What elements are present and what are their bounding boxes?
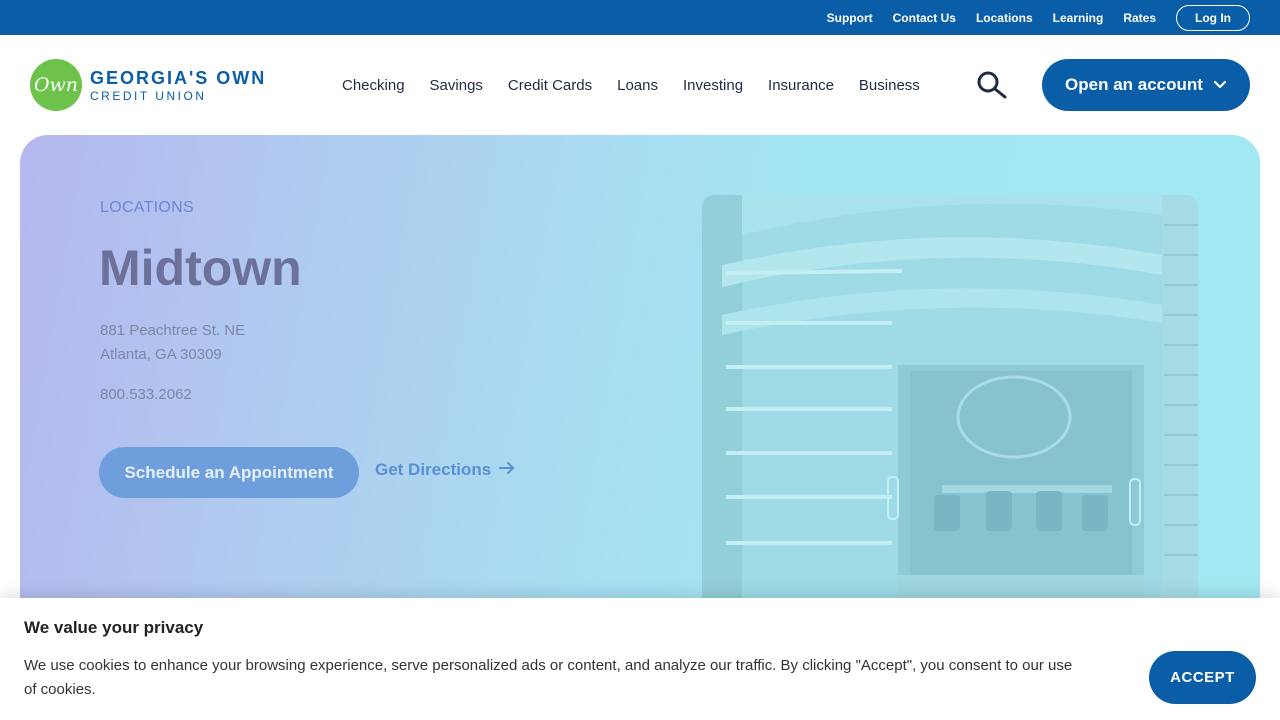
nav-item-credit-cards[interactable]: Credit Cards (508, 77, 592, 94)
eyebrow-label: LOCATIONS (100, 199, 194, 216)
nav-item-savings[interactable]: Savings (430, 77, 483, 94)
utility-link-support[interactable]: Support (827, 11, 873, 25)
cookie-body: We use cookies to enhance your browsing … (24, 657, 1073, 698)
branch-photo (702, 195, 1198, 615)
logo-name-line2: CREDIT UNION (90, 88, 207, 103)
accept-cookies-button[interactable]: ACCEPT (1149, 651, 1256, 704)
utility-link-locations[interactable]: Locations (976, 11, 1033, 25)
logo[interactable]: Own GEORGIA'S OWN CREDIT UNION (30, 59, 266, 111)
utility-bar: Support Contact Us Locations Learning Ra… (0, 0, 1280, 35)
open-account-label: Open an account (1065, 75, 1203, 94)
main-nav: Checking Savings Credit Cards Loans Inve… (342, 35, 945, 135)
page-title: Midtown (99, 240, 302, 296)
cookie-banner: We value your privacy We use cookies to … (0, 598, 1280, 720)
nav-item-checking[interactable]: Checking (342, 77, 405, 94)
nav-item-loans[interactable]: Loans (617, 77, 658, 94)
nav-item-insurance[interactable]: Insurance (768, 77, 834, 94)
nav-item-investing[interactable]: Investing (683, 77, 743, 94)
get-directions-label: Get Directions (375, 460, 492, 479)
search-icon (977, 71, 1007, 99)
site-header: Own GEORGIA'S OWN CREDIT UNION Checking … (0, 35, 1280, 135)
get-directions-link[interactable]: Get Directions (375, 460, 515, 480)
utility-nav: Support Contact Us Locations Learning Ra… (827, 0, 1280, 35)
address-line2: Atlanta, GA 30309 (100, 346, 222, 363)
utility-link-rates[interactable]: Rates (1123, 11, 1156, 25)
address-line1: 881 Peachtree St. NE (100, 322, 246, 339)
schedule-appointment-button[interactable]: Schedule an Appointment (99, 447, 359, 498)
phone-number[interactable]: 800.533.2062 (100, 386, 192, 403)
login-button[interactable]: Log In (1176, 4, 1250, 31)
logo-name-line1: GEORGIA'S OWN (90, 67, 267, 88)
logo-mark-text: Own (33, 74, 79, 96)
chevron-down-icon (1213, 75, 1227, 95)
logo-text: GEORGIA'S OWN CREDIT UNION (90, 69, 266, 102)
utility-link-learning[interactable]: Learning (1053, 11, 1104, 25)
search-button[interactable] (976, 71, 1008, 99)
utility-link-contact-us[interactable]: Contact Us (893, 11, 956, 25)
nav-item-business[interactable]: Business (859, 77, 920, 94)
logo-mark: Own (30, 59, 82, 111)
arrow-right-icon (499, 460, 515, 480)
cookie-title: We value your privacy (24, 618, 204, 637)
open-account-button[interactable]: Open an account (1042, 59, 1250, 111)
